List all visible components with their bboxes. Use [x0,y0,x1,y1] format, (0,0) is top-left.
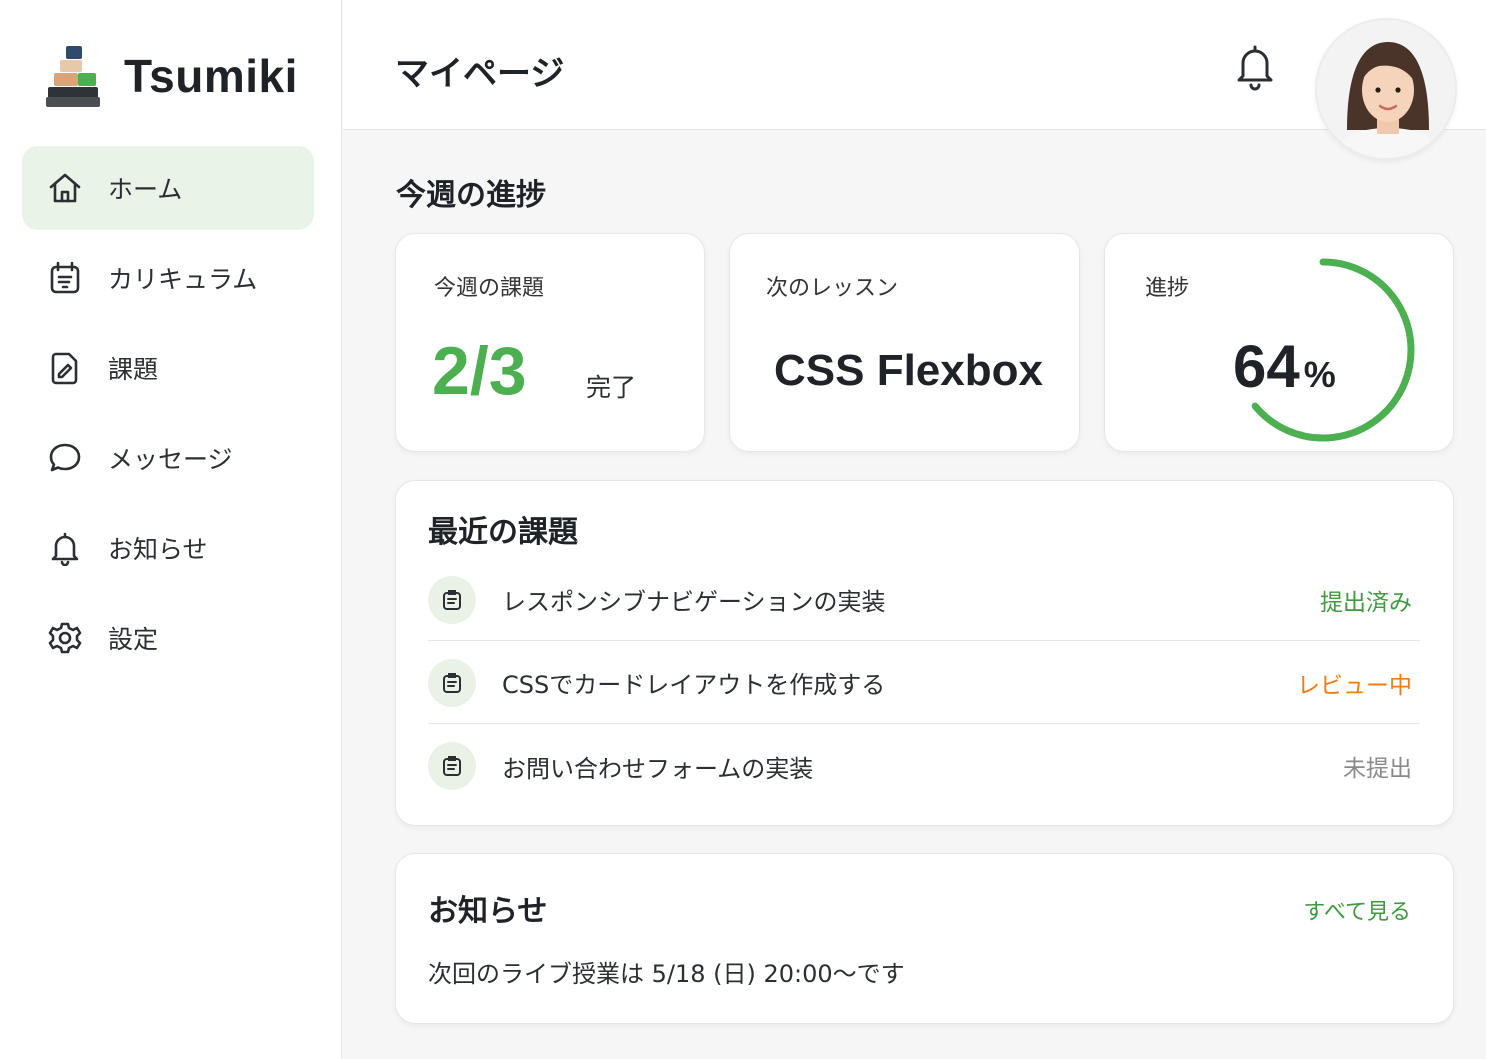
progress-value: 64 [1233,333,1300,400]
logo[interactable]: Tsumiki [44,44,298,108]
list-item[interactable]: CSSでカードレイアウトを作成する レビュー中 [428,642,1420,724]
next-lesson-card[interactable]: 次のレッスン CSS Flexbox [729,233,1080,452]
weekly-tasks-card[interactable]: 今週の課題 2/3 完了 [395,233,705,452]
assignment-icon [46,349,84,387]
overall-progress-card[interactable]: 進捗 64% [1104,233,1454,452]
calendar-icon [46,259,84,297]
status-badge: レビュー中 [1297,672,1412,699]
status-badge: 未提出 [1343,756,1412,782]
assignment-title: CSSでカードレイアウトを作成する [502,671,886,699]
news-message: 次回のライブ授業は 5/18 (日) 20:00〜です [428,960,905,988]
sidebar-item-label: 設定 [108,625,159,654]
see-all-link[interactable]: すべて見る [1303,894,1411,926]
bell-icon[interactable] [1233,42,1277,92]
page-title: マイページ [395,54,565,94]
sidebar-item-curriculum[interactable]: カリキュラム [22,236,314,320]
sidebar-item-assignments[interactable]: 課題 [22,326,314,410]
bell-icon [46,529,84,567]
home-icon [46,169,84,207]
card-label: 次のレッスン [766,276,899,301]
progress-unit: % [1303,354,1336,395]
clipboard-icon [428,575,476,624]
chat-icon [46,439,84,477]
sidebar-item-home[interactable]: ホーム [22,146,314,230]
app-name: Tsumiki [124,50,298,102]
clipboard-icon [428,658,476,707]
list-item[interactable]: レスポンシブナビゲーションの実装 提出済み [428,559,1420,641]
progress-percent: 64% [1233,332,1336,401]
sidebar-item-settings[interactable]: 設定 [22,596,314,680]
sidebar-item-label: ホーム [108,175,183,204]
sidebar-item-label: お知らせ [108,535,208,564]
next-lesson-title: CSS Flexbox [774,346,1043,395]
status-badge: 提出済み [1320,589,1412,616]
assignment-title: お問い合わせフォームの実装 [502,754,814,783]
sidebar-nav: ホーム カリキュラム 課題 メッセージ お知らせ 設定 [22,146,314,686]
section-title-news: お知らせ [428,894,548,929]
section-title-recent-assignments: 最近の課題 [428,515,578,550]
sidebar: Tsumiki ホーム カリキュラム 課題 メッセージ お知らせ 設定 [0,0,342,1059]
recent-assignments-card: 最近の課題 レスポンシブナビゲーションの実装 提出済み CSSでカードレイアウト… [395,480,1454,826]
assignment-title: レスポンシブナビゲーションの実装 [502,588,886,616]
sidebar-item-label: 課題 [108,355,159,384]
top-header: マイページ [343,0,1486,160]
section-title-weekly-progress: 今週の進捗 [396,178,546,213]
tasks-count: 2/3 [432,333,527,409]
gear-icon [46,619,84,657]
news-card: お知らせ すべて見る 次回のライブ授業は 5/18 (日) 20:00〜です [395,853,1454,1024]
sidebar-item-messages[interactable]: メッセージ [22,416,314,500]
card-label: 今週の課題 [434,276,545,301]
sidebar-item-label: カリキュラム [108,265,258,294]
list-item[interactable]: お問い合わせフォームの実装 未提出 [428,725,1420,807]
sidebar-item-label: メッセージ [108,445,233,474]
tsumiki-blocks-icon [44,44,102,108]
clipboard-icon [428,742,476,790]
sidebar-item-notifications[interactable]: お知らせ [22,506,314,590]
avatar[interactable] [1315,18,1457,160]
tasks-suffix: 完了 [586,373,637,402]
